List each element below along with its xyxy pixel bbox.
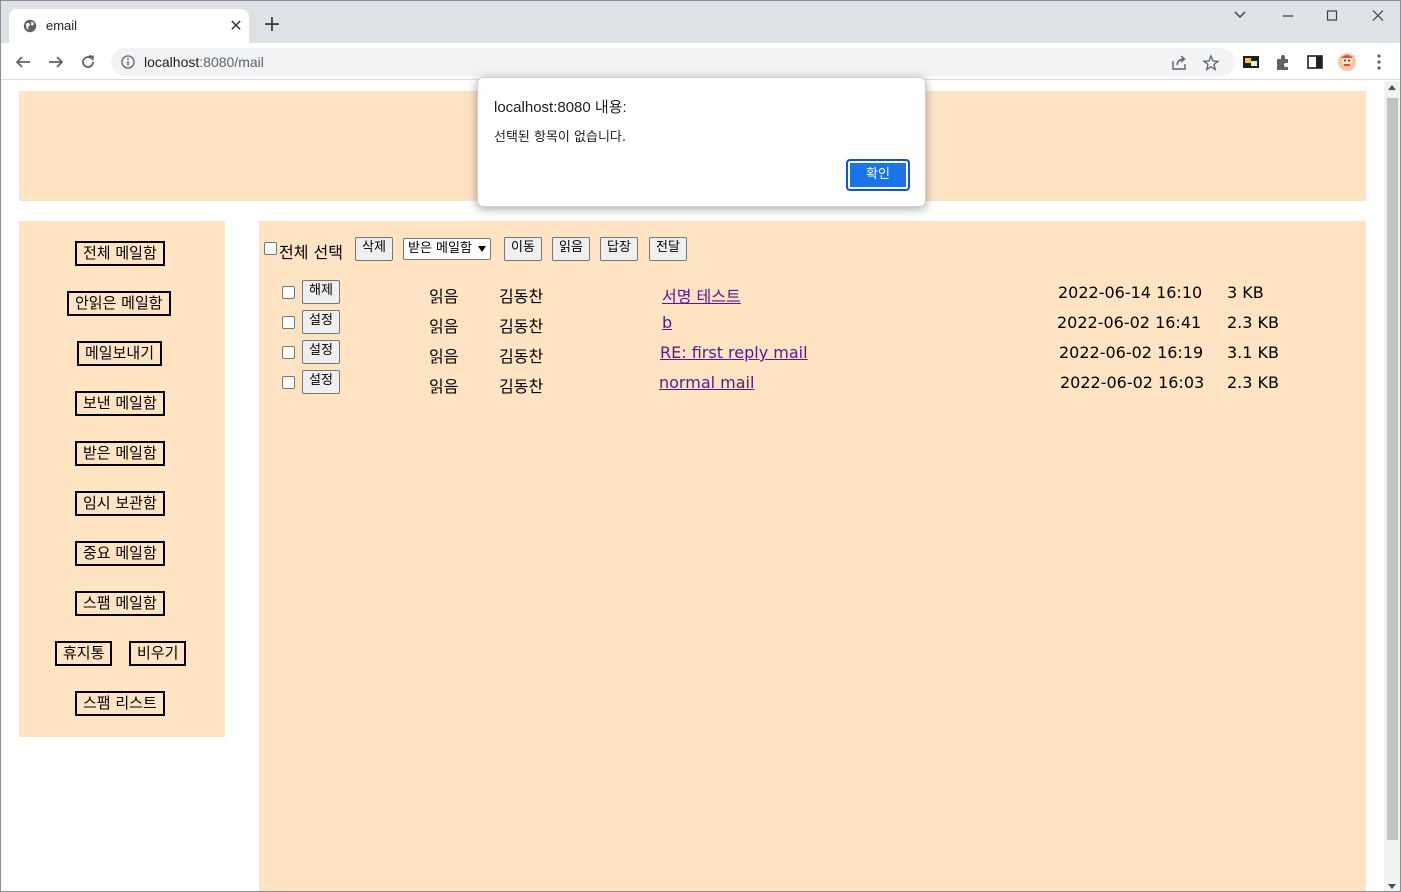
chevron-down-icon <box>477 246 486 252</box>
tab-title: email <box>46 18 78 33</box>
reload-icon[interactable] <box>76 50 100 74</box>
url-text[interactable]: localhost:8080/mail <box>144 54 264 70</box>
sender: 김동찬 <box>499 377 544 396</box>
size: 2.3 KB <box>1227 313 1279 332</box>
dialog-title: localhost:8080 내용: <box>494 99 627 116</box>
extension-picture-icon[interactable] <box>1241 52 1261 72</box>
back-arrow-icon[interactable] <box>11 50 35 74</box>
important-toggle-button[interactable]: 설정 <box>302 370 340 394</box>
browser-tab[interactable]: email ✕ <box>9 9 249 43</box>
address-bar[interactable]: localhost:8080/mail <box>111 48 1235 76</box>
mail-checkbox[interactable] <box>282 346 295 359</box>
size: 2.3 KB <box>1227 373 1279 392</box>
subject-link[interactable]: 서명 테스트 <box>662 283 741 307</box>
folder-select-value: 받은 메일함 <box>408 241 472 256</box>
inbox-button[interactable]: 받은 메일함 <box>75 441 165 466</box>
window-close-icon[interactable] <box>1363 5 1393 27</box>
size: 3.1 KB <box>1227 343 1279 362</box>
maximize-icon[interactable] <box>1317 5 1347 27</box>
mail-checkbox[interactable] <box>282 286 295 299</box>
chrome-menu-icon[interactable] <box>1369 52 1389 72</box>
sidebar: 전체 메일함 안읽은 메일함 메일보내기 보낸 메일함 받은 메일함 임시 보관… <box>19 221 225 737</box>
move-button[interactable]: 이동 <box>504 237 542 261</box>
date: 2022-06-02 16:03 <box>1060 373 1205 392</box>
date: 2022-06-02 16:19 <box>1059 343 1204 362</box>
site-info-icon[interactable] <box>121 55 135 69</box>
empty-trash-button[interactable]: 비우기 <box>129 641 187 666</box>
compose-mail-button[interactable]: 메일보내기 <box>77 341 163 366</box>
dialog-message: 선택된 항목이 없습니다. <box>494 130 626 145</box>
tab-strip: email ✕ + <box>1 1 1400 43</box>
profile-avatar-icon[interactable] <box>1337 52 1357 72</box>
minimize-icon[interactable] <box>1273 5 1303 27</box>
sender: 김동찬 <box>499 347 544 366</box>
unread-mail-button[interactable]: 안읽은 메일함 <box>67 291 171 316</box>
folder-select[interactable]: 받은 메일함 <box>403 238 491 260</box>
extensions-puzzle-icon[interactable] <box>1273 52 1293 72</box>
scroll-down-icon[interactable] <box>1388 884 1396 889</box>
reply-button[interactable]: 답장 <box>600 237 638 261</box>
scrollbar-thumb[interactable] <box>1387 98 1398 840</box>
read-status: 읽음 <box>429 317 459 336</box>
forward-arrow-icon[interactable] <box>44 50 68 74</box>
subject-link[interactable]: b <box>662 313 672 332</box>
subject-link[interactable]: normal mail <box>659 373 754 392</box>
trash-button[interactable]: 휴지통 <box>55 641 113 666</box>
delete-button[interactable]: 삭제 <box>355 237 393 261</box>
forward-button[interactable]: 전달 <box>649 237 687 261</box>
bookmark-star-icon[interactable] <box>1202 54 1220 72</box>
share-icon[interactable] <box>1170 54 1188 72</box>
scroll-up-icon[interactable] <box>1388 85 1396 90</box>
all-mail-button[interactable]: 전체 메일함 <box>75 241 165 266</box>
mail-list-panel: 전체 선택 삭제 받은 메일함 이동 읽음 답장 전달 해제 읽음 김동찬 서명… <box>259 221 1366 891</box>
browser-window: email ✕ + localhost:8080/mail 전체 메일함 안읽은… <box>0 0 1401 892</box>
important-mail-button[interactable]: 중요 메일함 <box>75 541 165 566</box>
url-host: localhost <box>144 54 200 70</box>
drafts-button[interactable]: 임시 보관함 <box>75 491 165 516</box>
mail-checkbox[interactable] <box>282 316 295 329</box>
tab-close-icon[interactable]: ✕ <box>227 17 245 35</box>
globe-icon <box>23 19 37 33</box>
tab-search-chevron-icon[interactable] <box>1225 5 1255 27</box>
sender: 김동찬 <box>499 317 544 336</box>
new-tab-button[interactable]: + <box>260 13 284 37</box>
date: 2022-06-14 16:10 <box>1058 283 1203 302</box>
mail-checkbox[interactable] <box>282 376 295 389</box>
select-all-checkbox[interactable] <box>264 242 277 255</box>
mark-read-button[interactable]: 읽음 <box>552 237 590 261</box>
dialog-ok-button[interactable]: 확인 <box>846 159 910 191</box>
sender: 김동찬 <box>499 287 544 306</box>
spam-mail-button[interactable]: 스팸 메일함 <box>75 591 165 616</box>
sent-mail-button[interactable]: 보낸 메일함 <box>75 391 165 416</box>
read-status: 읽음 <box>429 287 459 306</box>
side-panel-icon[interactable] <box>1305 52 1325 72</box>
date: 2022-06-02 16:41 <box>1057 313 1202 332</box>
spam-list-button[interactable]: 스팸 리스트 <box>75 691 165 716</box>
important-toggle-button[interactable]: 해제 <box>302 280 340 304</box>
subject-link[interactable]: RE: first reply mail <box>660 343 808 362</box>
important-toggle-button[interactable]: 설정 <box>302 310 340 334</box>
read-status: 읽음 <box>429 347 459 366</box>
select-all-label: 전체 선택 <box>279 243 343 262</box>
page-scrollbar[interactable] <box>1384 81 1400 891</box>
url-path: :8080/mail <box>199 54 264 70</box>
browser-toolbar: localhost:8080/mail <box>1 43 1400 80</box>
size: 3 KB <box>1227 283 1264 302</box>
alert-dialog: localhost:8080 내용: 선택된 항목이 없습니다. 확인 <box>477 77 926 207</box>
important-toggle-button[interactable]: 설정 <box>302 340 340 364</box>
read-status: 읽음 <box>429 377 459 396</box>
